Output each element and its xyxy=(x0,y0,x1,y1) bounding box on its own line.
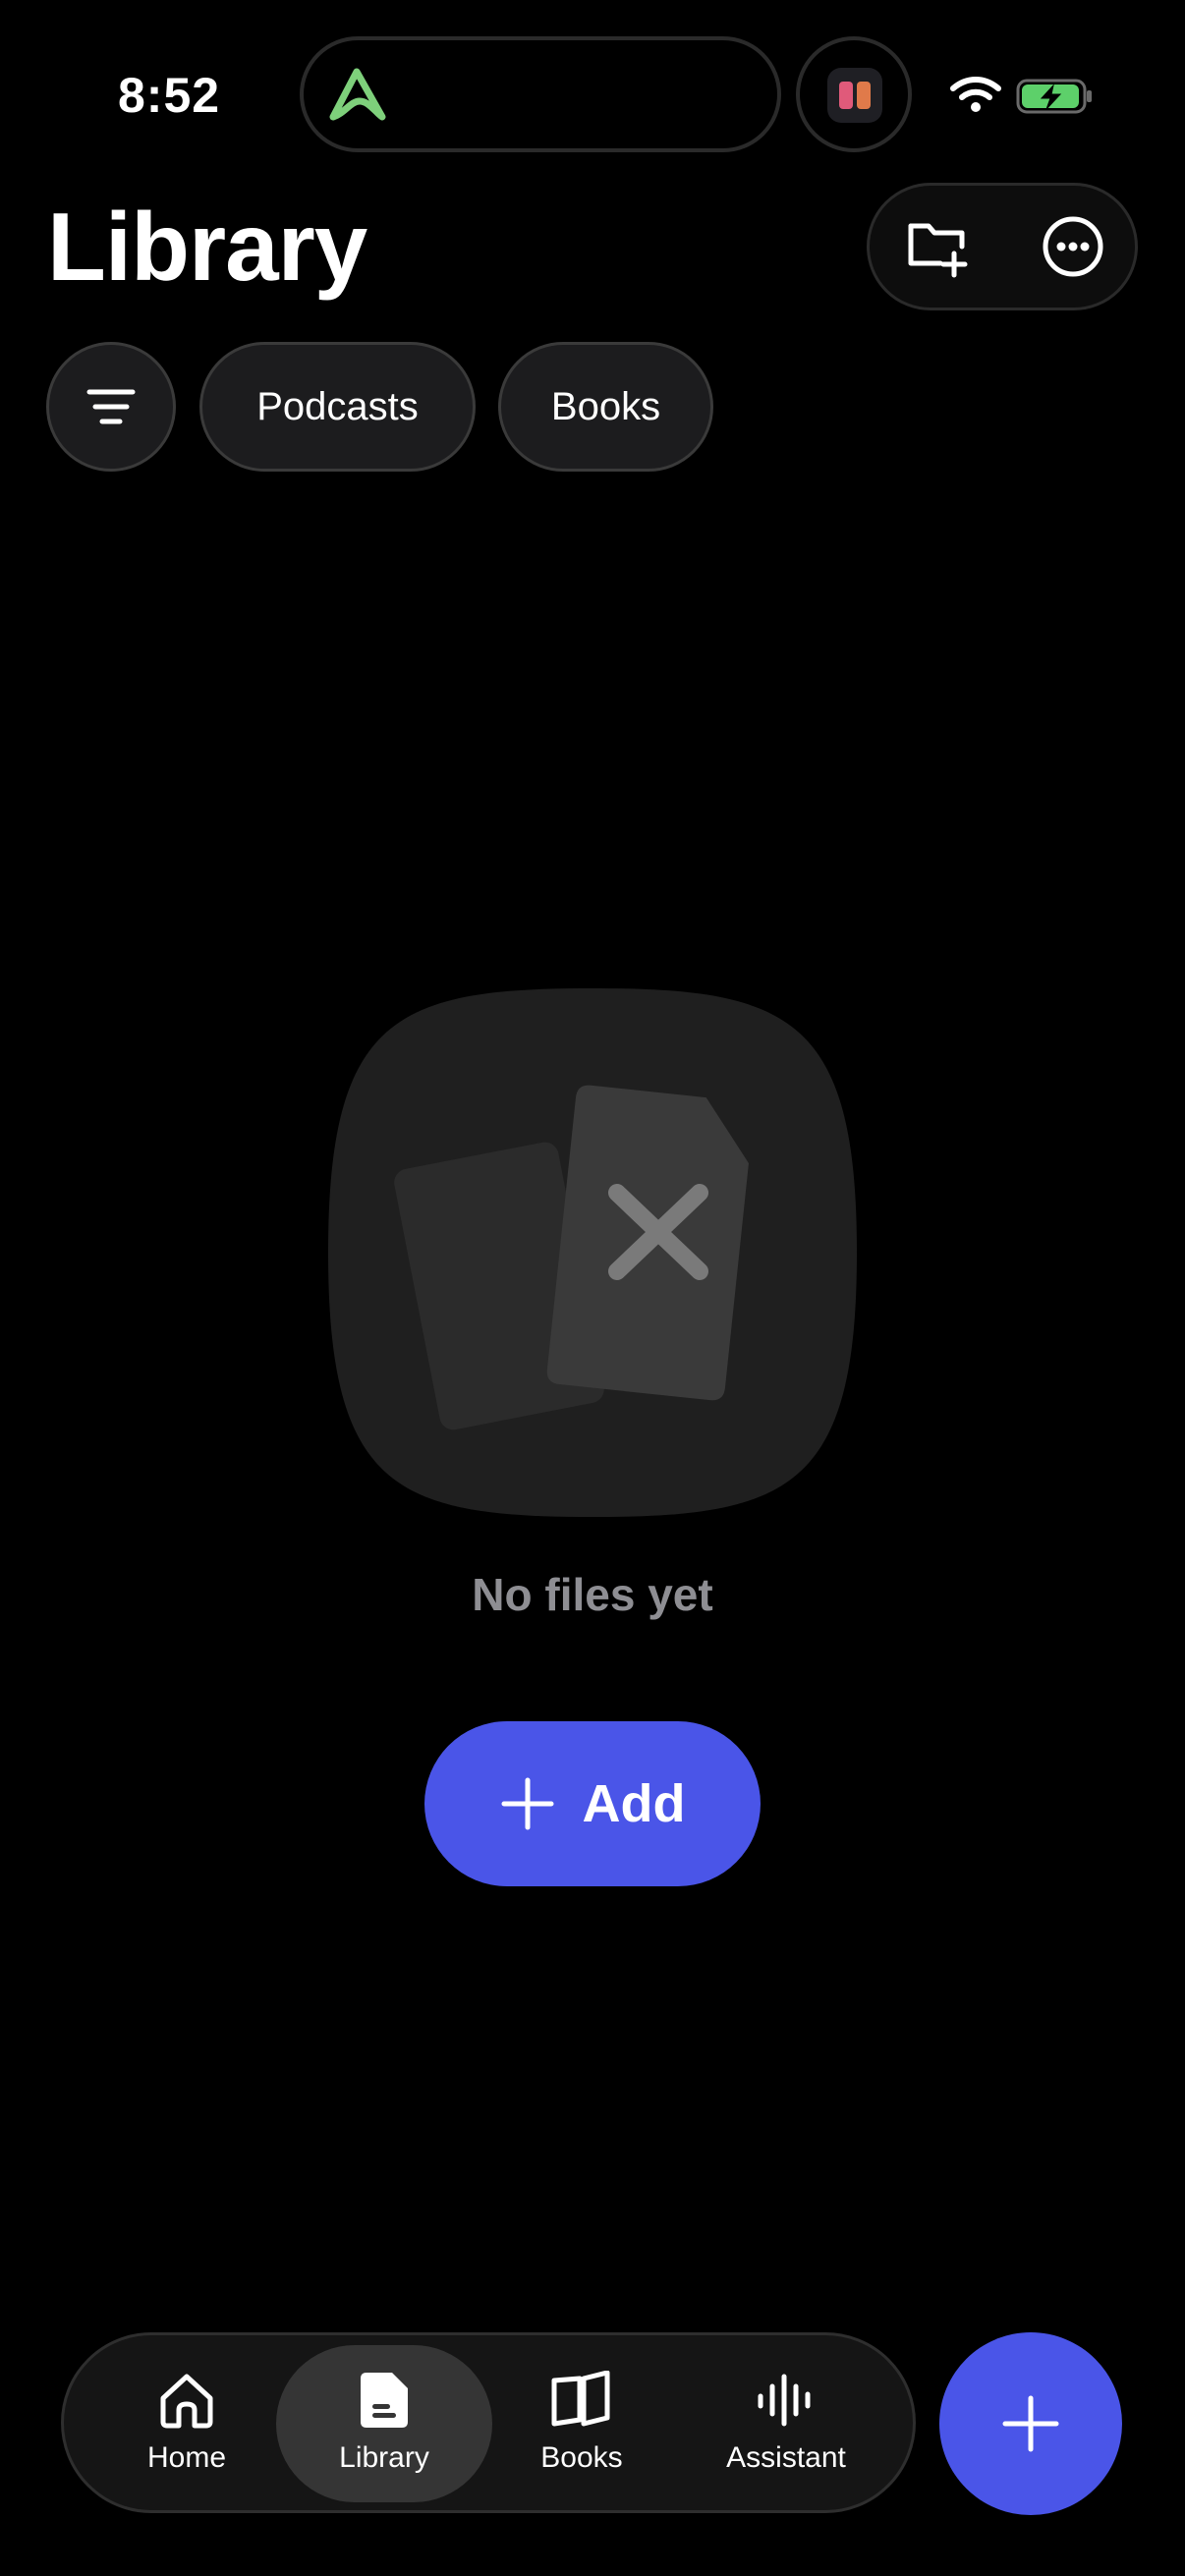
tab-home-label: Home xyxy=(146,2441,227,2474)
battery-charging-icon xyxy=(1016,79,1092,114)
floating-add-button[interactable] xyxy=(939,2332,1122,2515)
mountain-app-icon xyxy=(329,68,386,121)
live-activity-circle[interactable] xyxy=(796,36,912,152)
tab-assistant-label: Assistant xyxy=(726,2441,846,2474)
empty-state-message: No files yet xyxy=(472,1569,713,1620)
folder-plus-icon xyxy=(908,223,968,278)
tab-home[interactable]: Home xyxy=(123,2335,251,2510)
ellipsis-circle-icon xyxy=(1043,216,1103,277)
add-button-label: Add xyxy=(582,1774,686,1833)
tab-assistant[interactable]: Assistant xyxy=(712,2335,860,2510)
open-book-icon xyxy=(551,2371,610,2427)
bottom-tab-bar: Home Library Books Assistant xyxy=(61,2332,916,2513)
empty-files-illustration xyxy=(328,988,857,1517)
more-options-button[interactable] xyxy=(1005,186,1141,308)
tab-library[interactable]: Library xyxy=(276,2335,492,2510)
status-time: 8:52 xyxy=(118,68,221,123)
waveform-icon xyxy=(758,2374,811,2427)
dynamic-island[interactable] xyxy=(300,36,781,152)
tab-books[interactable]: Books xyxy=(518,2335,646,2510)
filter-lines-icon xyxy=(86,389,136,424)
wifi-icon xyxy=(950,77,1001,112)
house-icon xyxy=(160,2374,213,2429)
tab-library-label: Library xyxy=(339,2441,429,2474)
filter-chip-books[interactable]: Books xyxy=(498,342,713,472)
add-button[interactable]: Add xyxy=(424,1721,761,1886)
filter-chip-podcasts[interactable]: Podcasts xyxy=(199,342,476,472)
plus-icon xyxy=(501,1777,554,1830)
header-actions xyxy=(867,183,1138,310)
document-icon xyxy=(361,2373,408,2428)
new-folder-button[interactable] xyxy=(870,186,1005,308)
page-title: Library xyxy=(47,193,367,301)
app-icon xyxy=(827,68,882,123)
plus-icon xyxy=(1002,2395,1059,2452)
tab-books-label: Books xyxy=(540,2441,623,2474)
library-screen: 8:52 Library Podcasts Books No files yet… xyxy=(0,0,1185,2576)
filter-button[interactable] xyxy=(46,342,176,472)
